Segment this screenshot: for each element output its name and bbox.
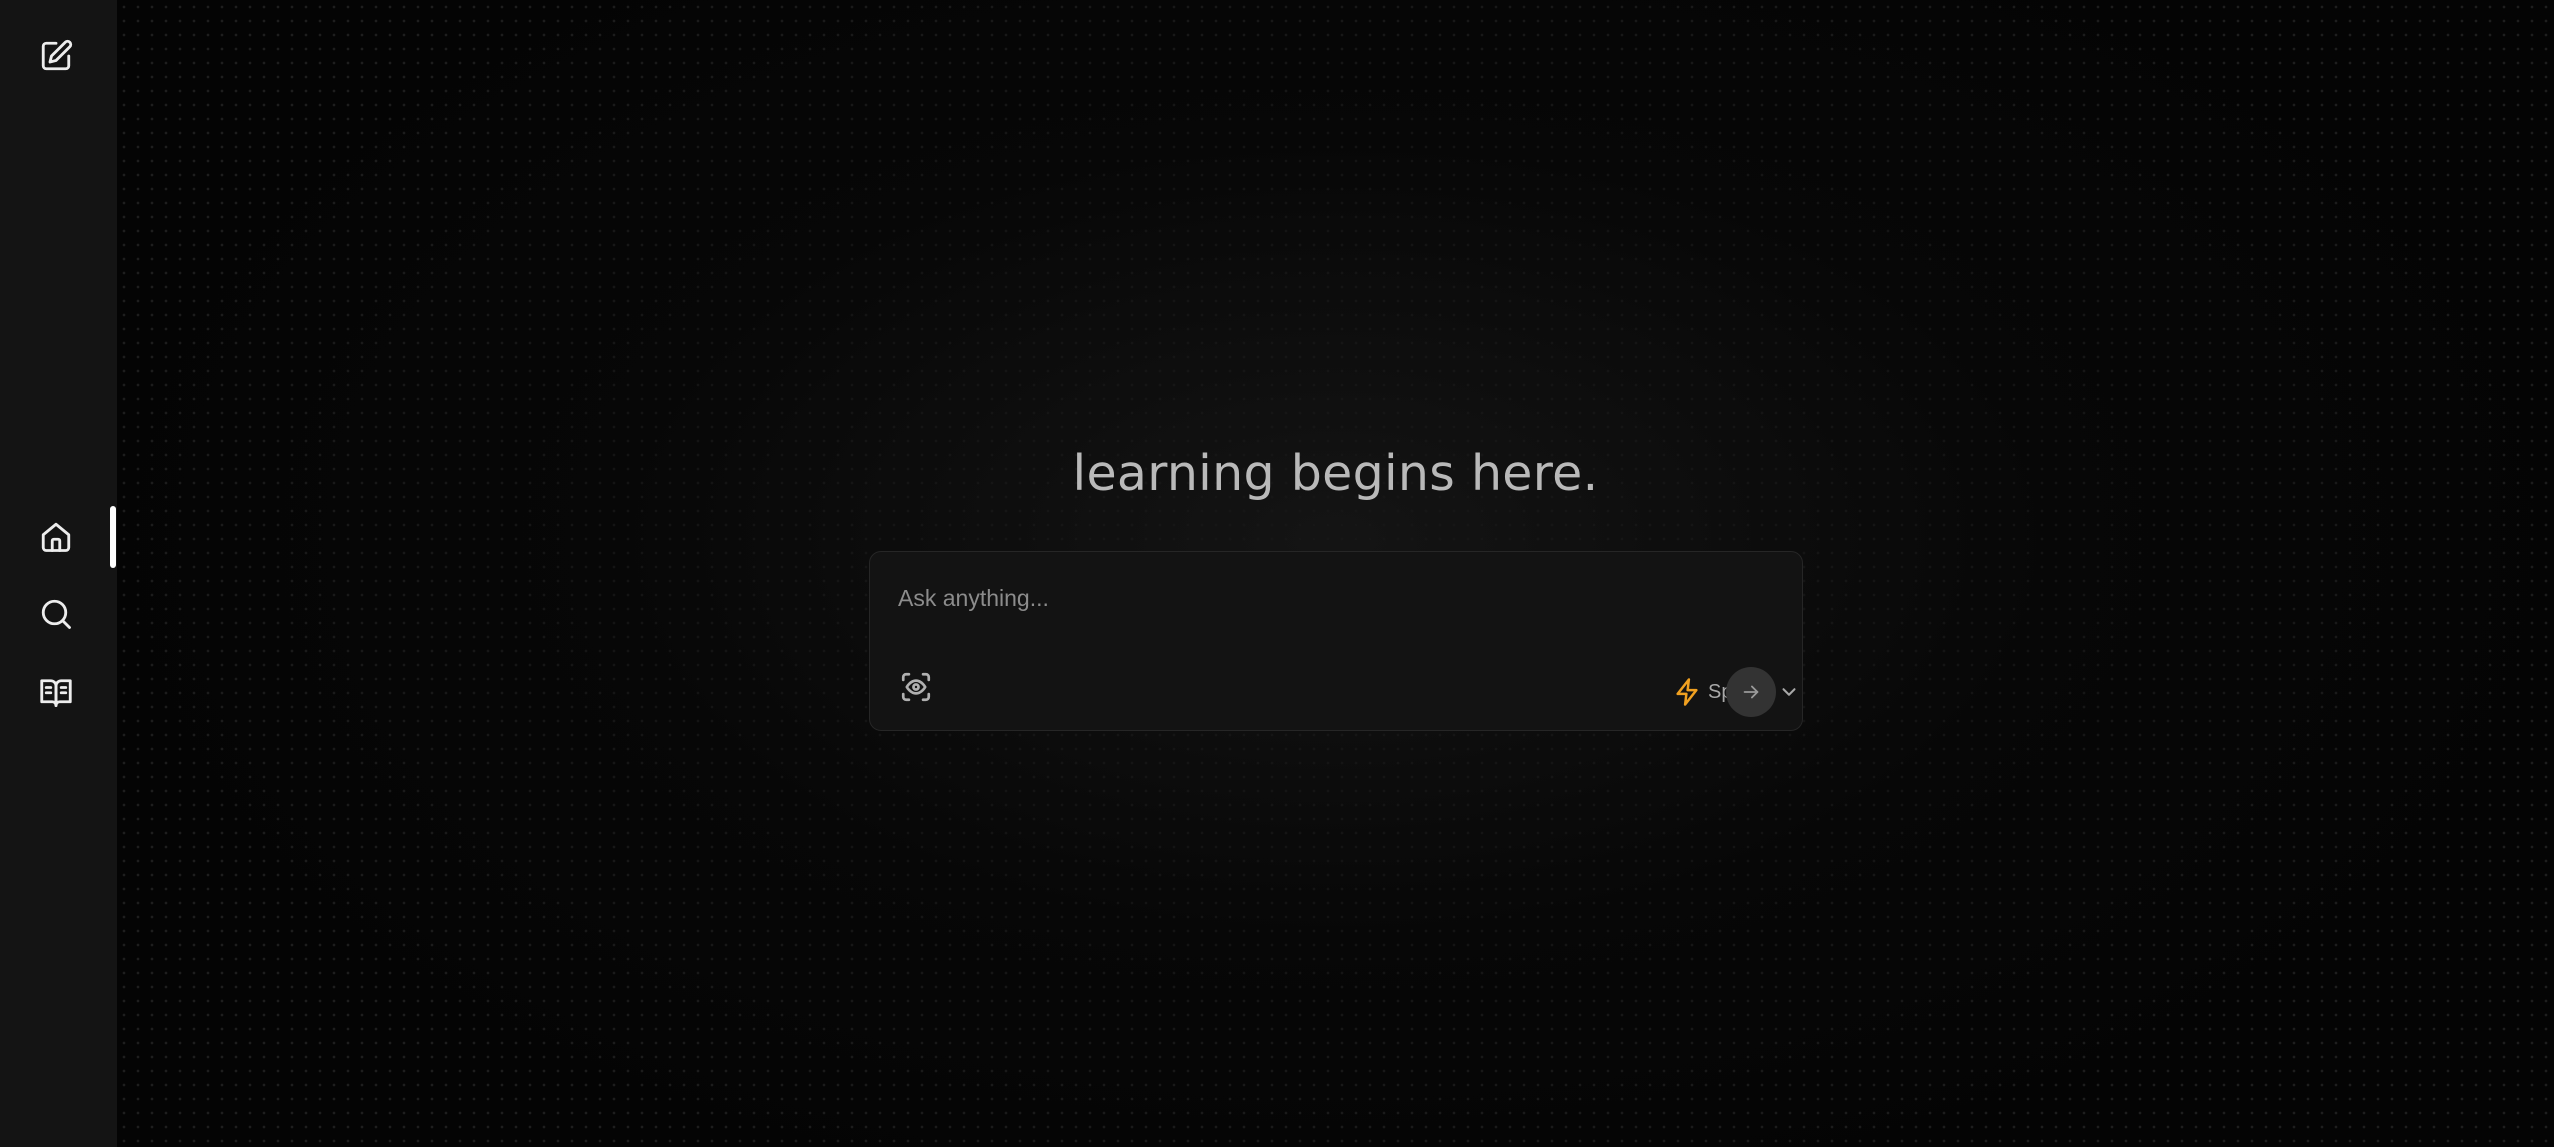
- sidebar-item-search[interactable]: [30, 588, 82, 640]
- sidebar-item-home[interactable]: [30, 511, 82, 563]
- sidebar-item-library[interactable]: [30, 666, 82, 718]
- sidebar: [0, 0, 117, 1147]
- scan-eye-icon: [901, 672, 931, 702]
- chevron-down-icon: [1782, 688, 1796, 696]
- search-icon: [41, 599, 71, 629]
- active-nav-indicator: [110, 506, 116, 568]
- home-icon: [41, 522, 71, 552]
- book-open-icon: [40, 679, 72, 707]
- app-window: learning begins here. Speed: [0, 0, 2554, 1147]
- vision-button[interactable]: [896, 667, 936, 707]
- new-chat-button[interactable]: [30, 30, 82, 82]
- send-button[interactable]: [1726, 667, 1776, 717]
- prompt-box: Speed: [869, 551, 1803, 731]
- ask-input[interactable]: [898, 576, 1758, 620]
- arrow-right-icon: [1743, 685, 1759, 699]
- page-headline: learning begins here.: [1072, 445, 1599, 502]
- edit-icon: [41, 39, 73, 71]
- main-area: learning begins here. Speed: [117, 0, 2554, 1147]
- lightning-icon: [1676, 678, 1698, 706]
